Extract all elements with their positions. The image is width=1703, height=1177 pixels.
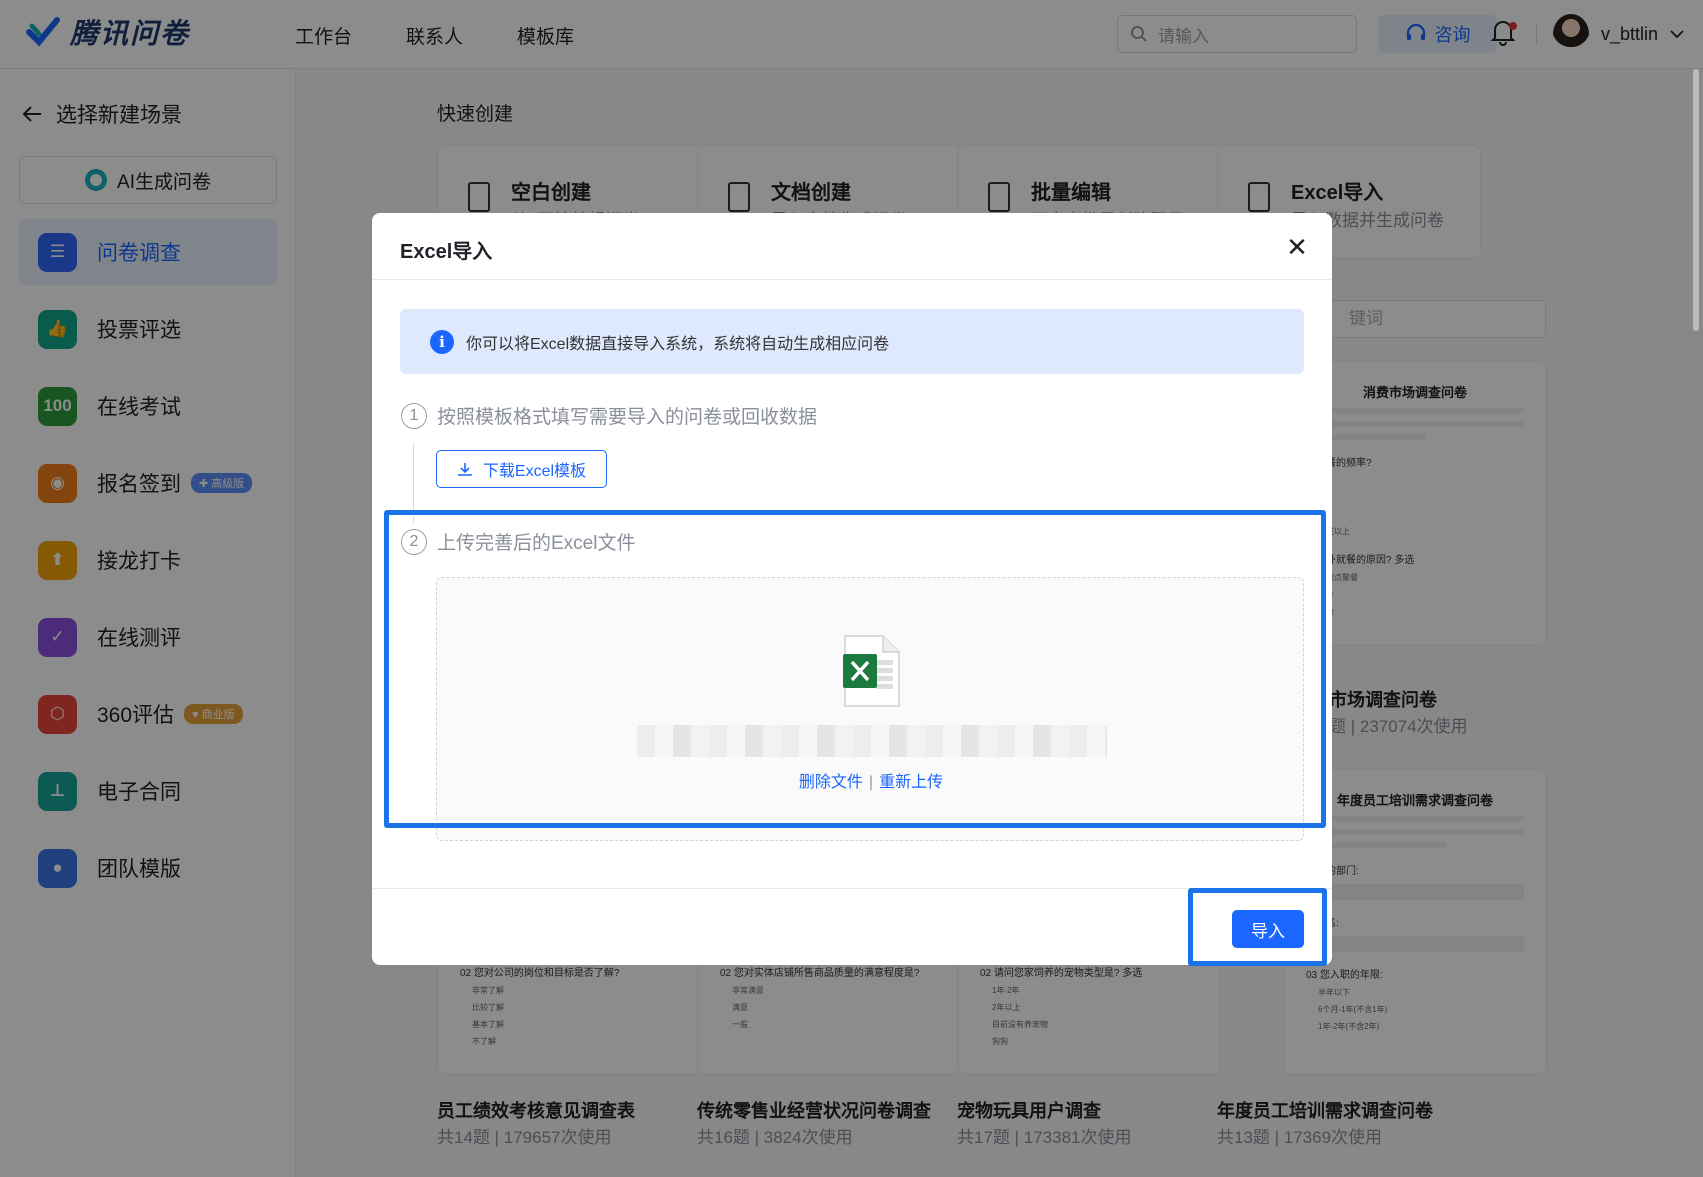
info-text: 你可以将Excel数据直接导入系统，系统将自动生成相应问卷 — [466, 335, 890, 353]
download-template-button[interactable]: 下载Excel模板 — [436, 450, 607, 488]
page-scrollbar[interactable] — [1693, 69, 1699, 331]
dialog-divider — [372, 279, 1332, 280]
import-button[interactable]: 导入 — [1232, 910, 1304, 948]
excel-import-dialog: Excel导入 ✕ i 你可以将Excel数据直接导入系统，系统将自动生成相应问… — [372, 213, 1332, 966]
dialog-title: Excel导入 — [400, 241, 493, 263]
download-icon — [458, 463, 472, 476]
step-number: 1 — [401, 402, 427, 429]
step-1: 1 按照模板格式填写需要导入的问卷或回收数据 — [401, 402, 817, 429]
step-text: 按照模板格式填写需要导入的问卷或回收数据 — [437, 407, 818, 428]
info-icon: i — [430, 329, 454, 354]
info-banner: i 你可以将Excel数据直接导入系统，系统将自动生成相应问卷 — [400, 309, 1304, 374]
download-label: 下载Excel模板 — [482, 463, 587, 480]
upload-highlight-frame — [384, 510, 1326, 828]
close-icon[interactable]: ✕ — [1283, 233, 1311, 261]
